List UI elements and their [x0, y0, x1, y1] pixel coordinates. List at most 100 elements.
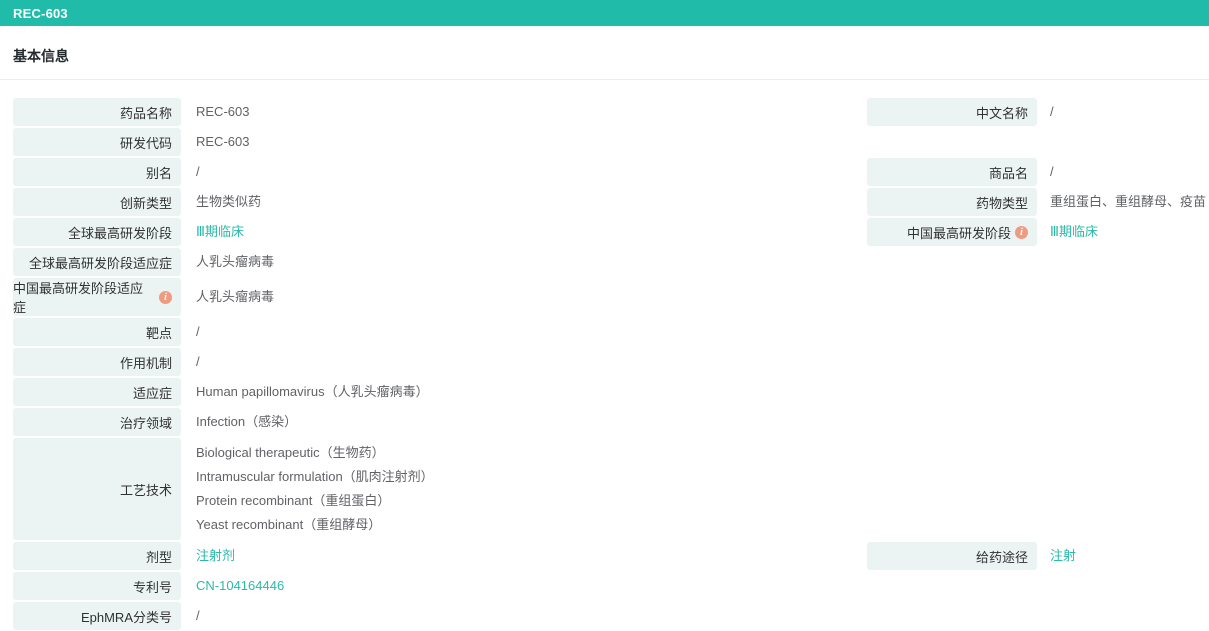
- field-label: 研发代码: [13, 128, 181, 156]
- field-value-cell: 人乳头瘤病毒: [181, 278, 867, 316]
- table-row: EphMRA分类号 /: [13, 602, 1209, 630]
- field-label-text: 全球最高研发阶段适应症: [28, 255, 172, 271]
- info-icon[interactable]: i: [1015, 225, 1028, 239]
- info-icon[interactable]: i: [159, 290, 172, 304]
- field-value: Yeast recombinant（重组酵母）: [196, 517, 382, 532]
- field-value: Infection（感染）: [196, 414, 298, 429]
- table-row: 靶点 /: [13, 318, 1209, 346]
- row-spacer: [867, 318, 1209, 346]
- field-value-cell: /: [181, 348, 867, 376]
- field-label-text: 中国最高研发阶段适应症: [13, 281, 144, 315]
- field-label-text: 全球最高研发阶段: [67, 225, 172, 241]
- field-value-link[interactable]: Ⅲ期临床: [1050, 218, 1209, 246]
- row-spacer: [867, 348, 1209, 376]
- field-value: /: [196, 354, 200, 369]
- field-label-text: 工艺技术: [119, 482, 172, 498]
- field-value-cell: /: [181, 158, 867, 186]
- table-row: 专利号 CN-104164446: [13, 572, 1209, 600]
- field-label: 中文名称: [867, 98, 1037, 126]
- field-label-text: 中国最高研发阶段: [906, 225, 1011, 241]
- field-value-cell: /: [1037, 98, 1209, 126]
- field-value-cell: /: [181, 602, 867, 630]
- field-value-cell: Infection（感染）: [181, 408, 867, 436]
- field-label: 中国最高研发阶段 i: [867, 218, 1037, 246]
- row-spacer: [867, 378, 1209, 406]
- basic-info-table: 药品名称 REC-603 中文名称 / 研发代码 REC-603 别名 / 商品名 / 创新类型 生物…: [0, 80, 1209, 630]
- field-value: 人乳头瘤病毒: [196, 254, 275, 269]
- field-value: /: [196, 324, 200, 339]
- field-label-text: 创新类型: [119, 195, 172, 211]
- field-label-text: 适应症: [132, 385, 172, 401]
- field-value: /: [196, 164, 200, 179]
- table-row: 适应症 Human papillomavirus（人乳头瘤病毒）: [13, 378, 1209, 406]
- field-value: /: [1050, 104, 1054, 119]
- row-spacer: [867, 602, 1209, 630]
- field-value: Human papillomavirus（人乳头瘤病毒）: [196, 384, 429, 399]
- field-label: 给药途径: [867, 542, 1037, 570]
- field-label: 别名: [13, 158, 181, 186]
- field-value-cell: /: [1037, 158, 1209, 186]
- table-row: 创新类型 生物类似药 药物类型 重组蛋白、重组酵母、疫苗: [13, 188, 1209, 216]
- field-value-cell: REC-603: [181, 98, 867, 126]
- table-row: 作用机制 /: [13, 348, 1209, 376]
- field-value-link[interactable]: 注射: [1050, 542, 1209, 570]
- table-row: 治疗领域 Infection（感染）: [13, 408, 1209, 436]
- field-value: 人乳头瘤病毒: [196, 289, 275, 304]
- field-value: REC-603: [196, 134, 250, 149]
- field-value: 生物类似药: [196, 194, 262, 209]
- row-spacer: [867, 128, 1209, 156]
- field-value-cell: Ⅲ期临床: [1037, 218, 1209, 246]
- field-value: Intramuscular formulation（肌肉注射剂）: [196, 469, 434, 484]
- field-label-text: EphMRA分类号: [80, 609, 172, 625]
- field-label: 专利号: [13, 572, 181, 600]
- table-row: 全球最高研发阶段 Ⅲ期临床 中国最高研发阶段 i Ⅲ期临床: [13, 218, 1209, 246]
- field-value: /: [1050, 164, 1054, 179]
- field-label-text: 研发代码: [119, 135, 172, 151]
- field-value-link[interactable]: CN-104164446: [196, 572, 867, 600]
- field-label: 工艺技术: [13, 438, 181, 540]
- field-value-cell: CN-104164446: [181, 572, 867, 600]
- field-label-text: 作用机制: [119, 355, 172, 371]
- field-label: EphMRA分类号: [13, 602, 181, 630]
- section-title: 基本信息: [13, 48, 69, 64]
- field-label-text: 给药途径: [975, 549, 1028, 565]
- field-value-cell: 人乳头瘤病毒: [181, 248, 867, 276]
- field-value-cell: 注射剂: [181, 542, 867, 570]
- table-row: 剂型 注射剂 给药途径 注射: [13, 542, 1209, 570]
- field-label: 全球最高研发阶段适应症: [13, 248, 181, 276]
- row-spacer: [867, 278, 1209, 316]
- field-label: 适应症: [13, 378, 181, 406]
- field-label: 治疗领域: [13, 408, 181, 436]
- field-value: REC-603: [196, 104, 250, 119]
- field-label: 作用机制: [13, 348, 181, 376]
- field-value-cell: Ⅲ期临床: [181, 218, 867, 246]
- field-value-link[interactable]: 注射剂: [196, 542, 867, 570]
- field-value-cell: /: [181, 318, 867, 346]
- table-row: 研发代码 REC-603: [13, 128, 1209, 156]
- field-label: 创新类型: [13, 188, 181, 216]
- field-label-text: 中文名称: [975, 105, 1028, 121]
- field-value: 重组蛋白、重组酵母、疫苗: [1050, 194, 1207, 209]
- field-value-cell: REC-603: [181, 128, 867, 156]
- field-value: /: [196, 608, 200, 623]
- field-label-text: 专利号: [132, 579, 172, 595]
- field-value-cell: Biological therapeutic（生物药） Intramuscular…: [181, 438, 867, 540]
- table-row: 别名 / 商品名 /: [13, 158, 1209, 186]
- field-value-link[interactable]: Ⅲ期临床: [196, 218, 867, 246]
- row-spacer: [867, 438, 1209, 540]
- field-label: 剂型: [13, 542, 181, 570]
- field-label: 药物类型: [867, 188, 1037, 216]
- field-value: Biological therapeutic（生物药）: [196, 445, 385, 460]
- table-row: 工艺技术 Biological therapeutic（生物药） Intramusc…: [13, 438, 1209, 540]
- table-row: 全球最高研发阶段适应症 人乳头瘤病毒: [13, 248, 1209, 276]
- section-header: 基本信息: [0, 26, 1209, 80]
- field-label-text: 药物类型: [975, 195, 1028, 211]
- field-label: 药品名称: [13, 98, 181, 126]
- field-label: 商品名: [867, 158, 1037, 186]
- row-spacer: [867, 572, 1209, 600]
- field-value: Protein recombinant（重组蛋白）: [196, 493, 391, 508]
- field-label-text: 治疗领域: [119, 415, 172, 431]
- field-value-cell: 重组蛋白、重组酵母、疫苗: [1037, 188, 1209, 216]
- page-header-bar: REC-603: [0, 0, 1209, 26]
- field-label-text: 剂型: [145, 549, 172, 565]
